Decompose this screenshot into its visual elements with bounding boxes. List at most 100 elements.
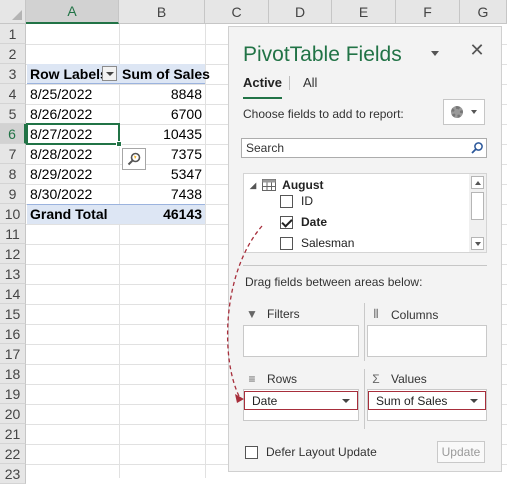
row-header[interactable]: 5: [0, 104, 26, 124]
column-header-f[interactable]: F: [396, 0, 460, 24]
row-header[interactable]: 2: [0, 44, 26, 64]
row-header[interactable]: 1: [0, 24, 26, 44]
field-list-scrollbar[interactable]: [469, 174, 486, 252]
field-checkbox-date[interactable]: [280, 215, 293, 229]
grand-total-value[interactable]: 46143: [119, 204, 205, 224]
row-header[interactable]: 3: [0, 64, 26, 84]
field-item-salesman[interactable]: Salesman: [280, 236, 354, 250]
field-table-august[interactable]: ◢ August: [250, 178, 323, 192]
tab-divider: [289, 76, 290, 90]
tab-active[interactable]: Active: [243, 75, 283, 99]
row-header[interactable]: 13: [0, 264, 26, 284]
column-header-a[interactable]: A: [26, 0, 119, 24]
field-label: Salesman: [301, 236, 355, 250]
rows-field-label: Date: [252, 393, 278, 408]
filter-icon: ▼: [246, 307, 258, 321]
grand-total-label[interactable]: Grand Total: [27, 204, 119, 224]
values-area-header: Σ Values: [369, 372, 427, 386]
row-header[interactable]: 18: [0, 364, 26, 384]
column-header-c[interactable]: C: [205, 0, 269, 24]
pivot-row-value[interactable]: 8848: [119, 84, 205, 104]
column-header-d[interactable]: D: [269, 0, 332, 24]
pivot-row-value[interactable]: 7438: [119, 184, 205, 204]
rows-field-pill[interactable]: Date: [244, 391, 358, 410]
row-header[interactable]: 22: [0, 444, 26, 464]
scroll-up-button[interactable]: [471, 176, 484, 189]
pivot-row-label[interactable]: 8/26/2022: [27, 104, 119, 124]
fill-handle[interactable]: [116, 141, 122, 147]
update-button[interactable]: Update: [437, 441, 485, 463]
column-header-b[interactable]: B: [119, 0, 205, 24]
pivot-row-label[interactable]: 8/25/2022: [27, 84, 119, 104]
row-header[interactable]: 4: [0, 84, 26, 104]
row-header[interactable]: 21: [0, 424, 26, 444]
row-header[interactable]: 15: [0, 304, 26, 324]
column-header-g[interactable]: G: [460, 0, 507, 24]
search-icon[interactable]: [470, 141, 484, 155]
quick-explore-button[interactable]: [122, 148, 146, 170]
row-header[interactable]: 17: [0, 344, 26, 364]
collapse-triangle-icon[interactable]: ◢: [250, 181, 256, 190]
pivot-row-label[interactable]: 8/29/2022: [27, 164, 119, 184]
field-item-id[interactable]: ID: [280, 194, 313, 208]
columns-area-header: ⦀ Columns: [369, 307, 438, 322]
row-header[interactable]: 14: [0, 284, 26, 304]
tools-button[interactable]: [443, 99, 485, 125]
row-header[interactable]: 20: [0, 404, 26, 424]
area-divider: [364, 303, 365, 361]
chevron-down-icon: [474, 241, 481, 246]
close-icon[interactable]: ✕: [469, 40, 485, 60]
column-header-e[interactable]: E: [332, 0, 396, 24]
row-header[interactable]: 23: [0, 464, 26, 484]
row-header[interactable]: 19: [0, 384, 26, 404]
select-all-corner[interactable]: [0, 0, 26, 24]
active-cell-border: [26, 123, 122, 147]
sum-of-sales-header[interactable]: Sum of Sales: [119, 64, 210, 84]
pivot-row-value[interactable]: 6700: [119, 104, 205, 124]
columns-icon: ⦀: [373, 307, 379, 321]
row-header[interactable]: 11: [0, 224, 26, 244]
chevron-down-icon[interactable]: [470, 398, 478, 403]
defer-label: Defer Layout Update: [266, 445, 377, 459]
drag-fields-label: Drag fields between areas below:: [245, 275, 423, 289]
field-item-date[interactable]: Date: [280, 215, 327, 229]
pane-options-chevron-icon[interactable]: [431, 51, 439, 56]
row-header[interactable]: 12: [0, 244, 26, 264]
pivottable-fields-pane: PivotTable Fields ✕ Active All Choose fi…: [228, 26, 502, 472]
row-header[interactable]: 16: [0, 324, 26, 344]
rows-area-header: ≡ Rows: [245, 372, 297, 386]
pivot-row-label[interactable]: 8/28/2022: [27, 144, 119, 164]
columns-label: Columns: [391, 307, 439, 322]
field-label: ID: [301, 194, 313, 208]
defer-checkbox[interactable]: [245, 445, 258, 459]
values-field-pill[interactable]: Sum of Sales: [368, 391, 486, 410]
field-list[interactable]: ◢ August ID Date Salesman: [243, 173, 487, 253]
defer-layout-update[interactable]: Defer Layout Update: [245, 445, 377, 459]
section-divider: [243, 265, 487, 266]
columns-drop-area[interactable]: [367, 325, 487, 357]
pane-title: PivotTable Fields: [243, 43, 402, 66]
chevron-up-icon: [474, 180, 481, 185]
row-header[interactable]: 9: [0, 184, 26, 204]
scroll-down-button[interactable]: [471, 237, 484, 250]
field-checkbox-salesman[interactable]: [280, 236, 293, 250]
rows-icon: ≡: [248, 372, 256, 386]
magnifier-icon: [127, 152, 141, 166]
pivot-row-value[interactable]: 10435: [119, 124, 205, 144]
row-header-selected[interactable]: 6: [0, 124, 26, 144]
row-labels-filter-button[interactable]: [102, 66, 117, 81]
row-header[interactable]: 7: [0, 144, 26, 164]
chevron-down-icon[interactable]: [342, 398, 350, 403]
search-input[interactable]: [241, 138, 487, 158]
row-header[interactable]: 8: [0, 164, 26, 184]
filters-drop-area[interactable]: [243, 325, 359, 357]
row-header[interactable]: 10: [0, 204, 26, 224]
rows-label: Rows: [267, 372, 298, 386]
filters-label: Filters: [267, 307, 300, 321]
scroll-thumb[interactable]: [471, 192, 484, 220]
field-checkbox-id[interactable]: [280, 194, 293, 208]
gear-icon: [451, 106, 464, 118]
pivot-row-label[interactable]: 8/30/2022: [27, 184, 119, 204]
tab-all[interactable]: All: [303, 75, 317, 90]
table-icon: [262, 179, 277, 191]
